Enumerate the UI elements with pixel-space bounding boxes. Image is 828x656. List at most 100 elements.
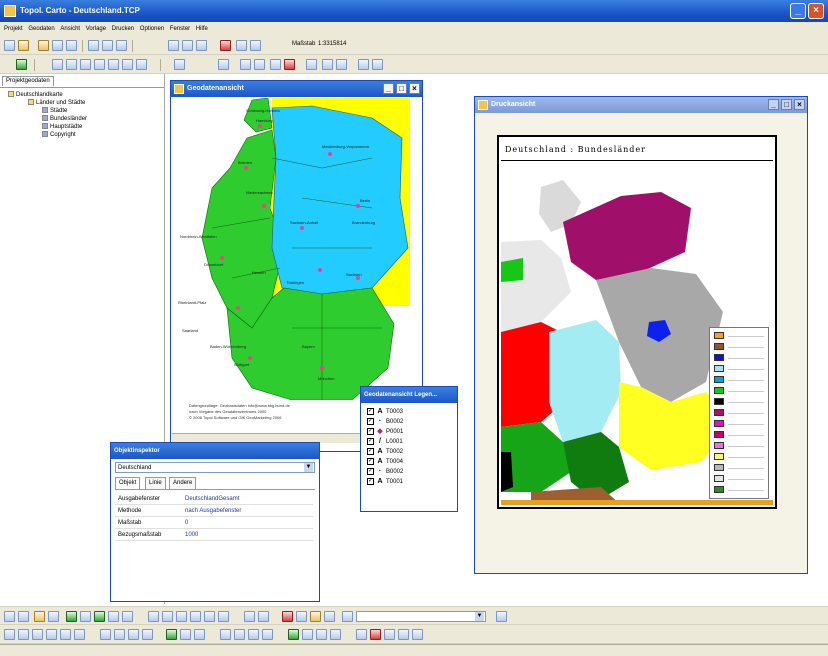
tab-linie[interactable]: Linie	[145, 477, 166, 489]
legend-row[interactable]: ✓ / L0001	[367, 437, 403, 446]
edit-icon[interactable]	[288, 629, 299, 640]
style-select[interactable]: ▼	[356, 611, 486, 622]
edit-icon[interactable]	[302, 629, 313, 640]
select-icon[interactable]	[240, 59, 251, 70]
table-icon[interactable]	[258, 611, 269, 622]
tool-icon[interactable]	[218, 611, 229, 622]
save-all-icon[interactable]	[66, 40, 77, 51]
chevron-down-icon[interactable]: ▼	[304, 463, 313, 472]
shape-icon[interactable]	[142, 629, 153, 640]
zoom-previous-icon[interactable]	[108, 59, 119, 70]
save-icon[interactable]	[52, 40, 63, 51]
menu-hilfe[interactable]: Hilfe	[196, 22, 208, 36]
open-icon[interactable]	[38, 40, 49, 51]
edit-icon[interactable]	[384, 629, 395, 640]
window-maximize-button[interactable]: □	[781, 99, 792, 110]
tab-objekt[interactable]: Objekt	[115, 477, 141, 489]
delete-icon[interactable]	[370, 629, 381, 640]
minimize-button[interactable]: _	[790, 3, 806, 19]
print-icon[interactable]	[306, 59, 317, 70]
tool-icon[interactable]	[176, 611, 187, 622]
export-icon[interactable]	[322, 59, 333, 70]
zoom-select-icon[interactable]	[136, 59, 147, 70]
info-icon[interactable]	[250, 40, 261, 51]
legend-titlebar[interactable]: Geodatenansicht Legen...	[361, 387, 457, 403]
menu-drucken[interactable]: Drucken	[112, 22, 134, 36]
page-setup-icon[interactable]	[102, 40, 113, 51]
fill-icon[interactable]	[166, 629, 177, 640]
layers-icon[interactable]	[220, 40, 231, 51]
style-icon[interactable]	[282, 611, 293, 622]
legend-row[interactable]: ✓ A T0001	[367, 477, 403, 486]
zoom-in-icon[interactable]	[52, 59, 63, 70]
tool-icon[interactable]	[148, 611, 159, 622]
layer-green-icon[interactable]	[66, 611, 77, 622]
edit-icon[interactable]	[356, 629, 367, 640]
fill-icon[interactable]	[180, 629, 191, 640]
tab-andere[interactable]: Andere	[169, 477, 197, 489]
open-layer-icon[interactable]	[34, 611, 45, 622]
tree-item-deutschlandkarte[interactable]: Deutschlandkarte	[8, 91, 63, 99]
style-icon[interactable]	[310, 611, 321, 622]
fax-icon[interactable]	[372, 59, 383, 70]
table-icon[interactable]	[182, 40, 193, 51]
tree-item-copyright[interactable]: Copyright	[42, 131, 76, 139]
chart-icon[interactable]	[284, 59, 295, 70]
edit-icon[interactable]	[316, 629, 327, 640]
edit-icon[interactable]	[412, 629, 423, 640]
style-icon[interactable]	[296, 611, 307, 622]
inspector-row[interactable]: Bezugsmaßstab 1000	[115, 529, 313, 541]
new-layer-icon[interactable]	[4, 611, 15, 622]
move-icon[interactable]	[220, 629, 231, 640]
move-icon[interactable]	[234, 629, 245, 640]
select-rect-icon[interactable]	[270, 59, 281, 70]
help-icon[interactable]	[236, 40, 247, 51]
window-close-button[interactable]: ×	[409, 83, 420, 94]
window-minimize-button[interactable]: _	[383, 83, 394, 94]
new-file-icon[interactable]	[4, 40, 15, 51]
legend-row[interactable]: ✓ · B0002	[367, 467, 403, 476]
list-icon[interactable]	[174, 59, 185, 70]
circle-icon[interactable]	[46, 629, 57, 640]
tree-item-staedte[interactable]: Städte	[42, 107, 67, 115]
inspector-titlebar[interactable]: Objektinspektor	[111, 443, 319, 459]
layer-add-icon[interactable]	[94, 611, 105, 622]
menu-projekt[interactable]: Projekt	[4, 22, 23, 36]
menu-geodaten[interactable]: Geodaten	[28, 22, 54, 36]
menu-fenster[interactable]: Fenster	[170, 22, 190, 36]
copy-icon[interactable]	[336, 59, 347, 70]
tree-item-laender-und-staedte[interactable]: Länder und Städte	[28, 99, 85, 107]
fill-icon[interactable]	[194, 629, 205, 640]
printer-icon[interactable]	[358, 59, 369, 70]
open-folder-icon[interactable]	[18, 40, 29, 51]
geodata-titlebar[interactable]: Geodatenansicht _ □ ×	[171, 81, 422, 97]
object-inspector-window[interactable]: Objektinspektor Deutschland ▼ Objekt Lin…	[110, 442, 320, 602]
zoom-next-icon[interactable]	[122, 59, 133, 70]
inspector-row[interactable]: Methode nach Ausgabefenster	[115, 505, 313, 517]
inspector-row[interactable]: Ausgabefenster DeutschlandGesamt	[115, 493, 313, 505]
pointer-icon[interactable]	[218, 59, 229, 70]
tree-item-hauptstaedte[interactable]: Hauptstädte	[42, 123, 82, 131]
polyline-icon[interactable]	[74, 629, 85, 640]
zoom-out-icon[interactable]	[66, 59, 77, 70]
move-icon[interactable]	[262, 629, 273, 640]
line-icon[interactable]	[32, 629, 43, 640]
zoom-window-icon[interactable]	[80, 59, 91, 70]
layer-star-icon[interactable]	[122, 611, 133, 622]
inspector-object-select[interactable]: Deutschland ▼	[115, 462, 315, 473]
layer-props-icon[interactable]	[108, 611, 119, 622]
ellipse-icon[interactable]	[18, 629, 29, 640]
move-icon[interactable]	[248, 629, 259, 640]
print-setup-icon[interactable]	[116, 40, 127, 51]
window-minimize-button[interactable]: _	[768, 99, 779, 110]
menu-optionen[interactable]: Optionen	[140, 22, 164, 36]
polygon-icon[interactable]	[60, 629, 71, 640]
window-close-button[interactable]: ×	[794, 99, 805, 110]
print-preview-window[interactable]: Druckansicht _ □ × Deutschland : Bundesl…	[474, 96, 808, 574]
legend-window[interactable]: Geodatenansicht Legen... ✓ A T0003 ✓ · B0002…	[360, 386, 458, 512]
legend-row[interactable]: ✓ A T0002	[367, 447, 403, 456]
style-icon[interactable]	[342, 611, 353, 622]
arrow-pointer-icon[interactable]	[100, 629, 111, 640]
style-icon[interactable]	[324, 611, 335, 622]
tool-icon[interactable]	[190, 611, 201, 622]
